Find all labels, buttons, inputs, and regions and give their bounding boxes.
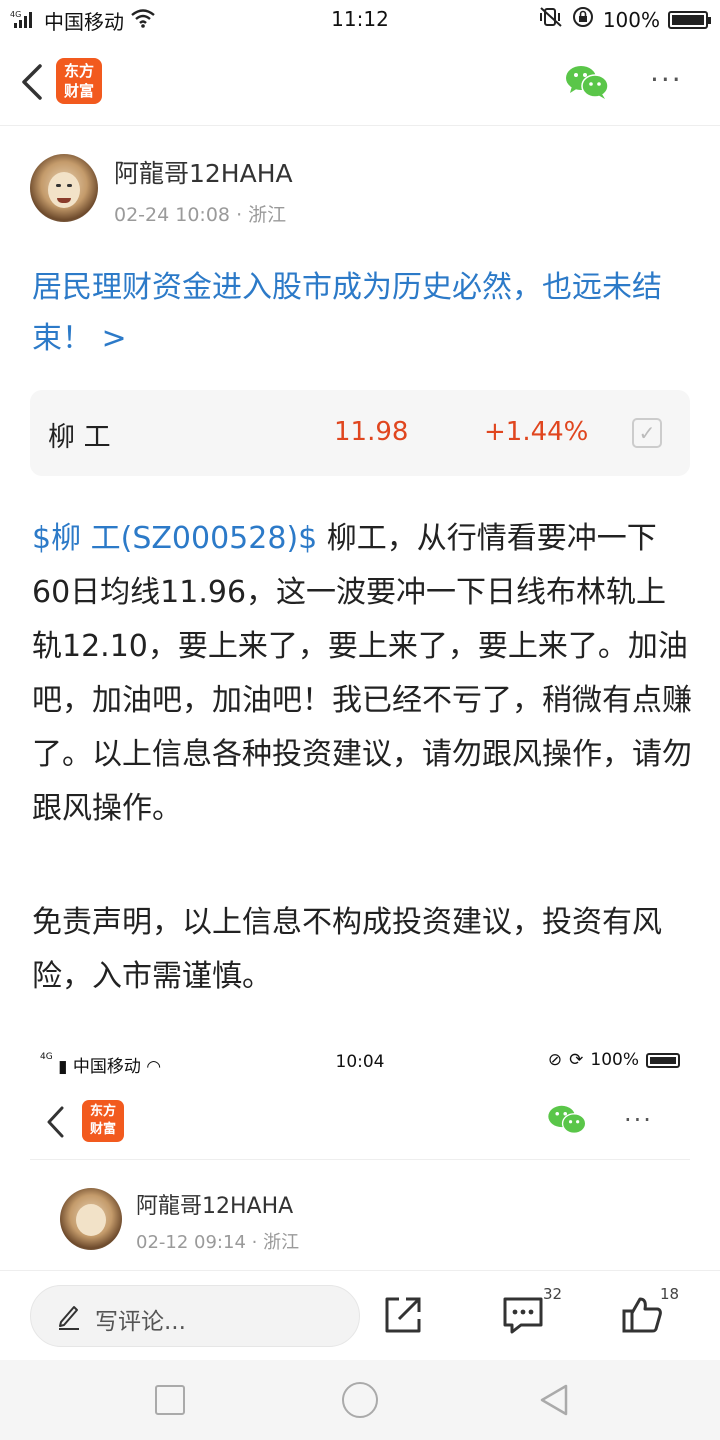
comment-placeholder: 写评论...	[95, 1309, 186, 1335]
embedded-logo-line-2: 财富	[89, 1122, 116, 1137]
embedded-vibrate-off-icon: ⊘	[547, 1050, 563, 1070]
add-watchlist-checkbox[interactable]: ✓	[632, 418, 662, 448]
post-title-link[interactable]: 居民理财资金进入股市成为历史必然，也远未结束！ >	[32, 262, 692, 364]
wechat-icon	[566, 66, 609, 99]
post-body-text: 柳工，从行情看要冲一下60日均线11.96，这一波要冲一下日线布林轨上轨12.1…	[32, 521, 692, 826]
disclaimer-text: 免责声明，以上信息不构成投资建议，投资有风险，入市需谨慎。	[32, 905, 662, 994]
embedded-battery-percent: 100%	[590, 1050, 639, 1070]
avatar[interactable]	[30, 154, 98, 222]
like-button[interactable]	[620, 1293, 664, 1337]
thumbs-up-icon	[622, 1297, 662, 1333]
embedded-screenshot[interactable]: 4G ▮ 中国移动 ◠ 10:04 ⊘ ⟳ 100% 东方 财富 ··· 阿龍哥…	[30, 1040, 690, 1270]
back-triangle-icon[interactable]	[536, 1382, 572, 1418]
stock-name: 柳 工	[48, 422, 111, 453]
comments-button[interactable]	[501, 1293, 545, 1337]
author-name[interactable]: 阿龍哥12HAHA	[114, 154, 293, 190]
avatar-eye	[56, 184, 61, 187]
status-right: 100%	[539, 6, 711, 33]
logo-line-2: 财富	[63, 82, 94, 100]
post-body: $柳 工(SZ000528)$ 柳工，从行情看要冲一下60日均线11.96，这一…	[32, 512, 694, 836]
post-meta: 02-24 10:08 · 浙江	[114, 200, 286, 227]
chevron-left-icon	[22, 64, 42, 100]
embedded-more-icon: ···	[624, 1106, 653, 1134]
recents-button[interactable]	[155, 1385, 185, 1415]
embedded-nav-bar: 东方 财富 ···	[30, 1090, 690, 1160]
system-nav-bar	[0, 1360, 720, 1440]
stock-card[interactable]: 柳 工 11.98 +1.44% ✓	[30, 390, 690, 476]
battery-icon	[668, 10, 711, 29]
battery-percent: 100%	[602, 7, 660, 32]
embedded-post-meta: 02-12 09:14 · 浙江	[136, 1228, 299, 1254]
comment-count: 32	[543, 1285, 563, 1303]
app-logo[interactable]: 东方 财富	[56, 58, 102, 104]
embedded-chevron-left-icon	[47, 1106, 64, 1138]
embedded-avatar	[60, 1188, 122, 1250]
post-location: · 浙江	[236, 204, 287, 226]
nav-bar: 东方 财富 ···	[0, 38, 720, 126]
status-bar: 4G 中国移动 11:12 100%	[0, 0, 720, 38]
embedded-status-bar: 4G ▮ 中国移动 ◠ 10:04 ⊘ ⟳ 100%	[30, 1040, 690, 1084]
avatar-eye	[67, 184, 72, 187]
share-button[interactable]	[381, 1293, 425, 1337]
embedded-status-right: ⊘ ⟳ 100%	[548, 1050, 680, 1070]
embedded-author-name: 阿龍哥12HAHA	[136, 1194, 294, 1219]
stock-change: +1.44%	[484, 417, 589, 447]
embedded-logo-line-1: 东方	[89, 1104, 116, 1119]
action-bar: 写评论... 32 18	[0, 1270, 720, 1360]
rotation-lock-icon	[571, 6, 595, 33]
stock-price: 11.98	[334, 417, 409, 447]
embedded-avatar-face	[76, 1204, 106, 1236]
vibrate-off-icon	[539, 6, 563, 33]
wechat-share-button[interactable]	[565, 64, 609, 100]
back-button[interactable]	[18, 60, 48, 104]
more-options-button[interactable]: ···	[650, 66, 690, 94]
author-header: 阿龍哥12HAHA 02-24 10:08 · 浙江	[30, 154, 690, 226]
share-icon	[385, 1297, 421, 1333]
logo-line-1: 东方	[63, 62, 94, 80]
home-button[interactable]	[342, 1382, 378, 1418]
stock-tag-link[interactable]: $柳 工(SZ000528)$	[32, 521, 317, 556]
embedded-battery-icon	[646, 1052, 680, 1068]
embedded-location: · 浙江	[251, 1232, 300, 1253]
comment-input[interactable]: 写评论...	[30, 1285, 360, 1347]
like-count: 18	[660, 1285, 680, 1303]
embedded-rotation-lock-icon: ⟳	[569, 1050, 584, 1070]
post-datetime: 02-24 10:08	[114, 204, 231, 226]
comment-icon	[503, 1297, 543, 1334]
pencil-icon	[59, 1306, 79, 1330]
embedded-datetime: 02-12 09:14	[136, 1232, 246, 1253]
embedded-app-logo: 东方 财富	[82, 1100, 124, 1142]
embedded-wechat-icon	[548, 1105, 587, 1134]
